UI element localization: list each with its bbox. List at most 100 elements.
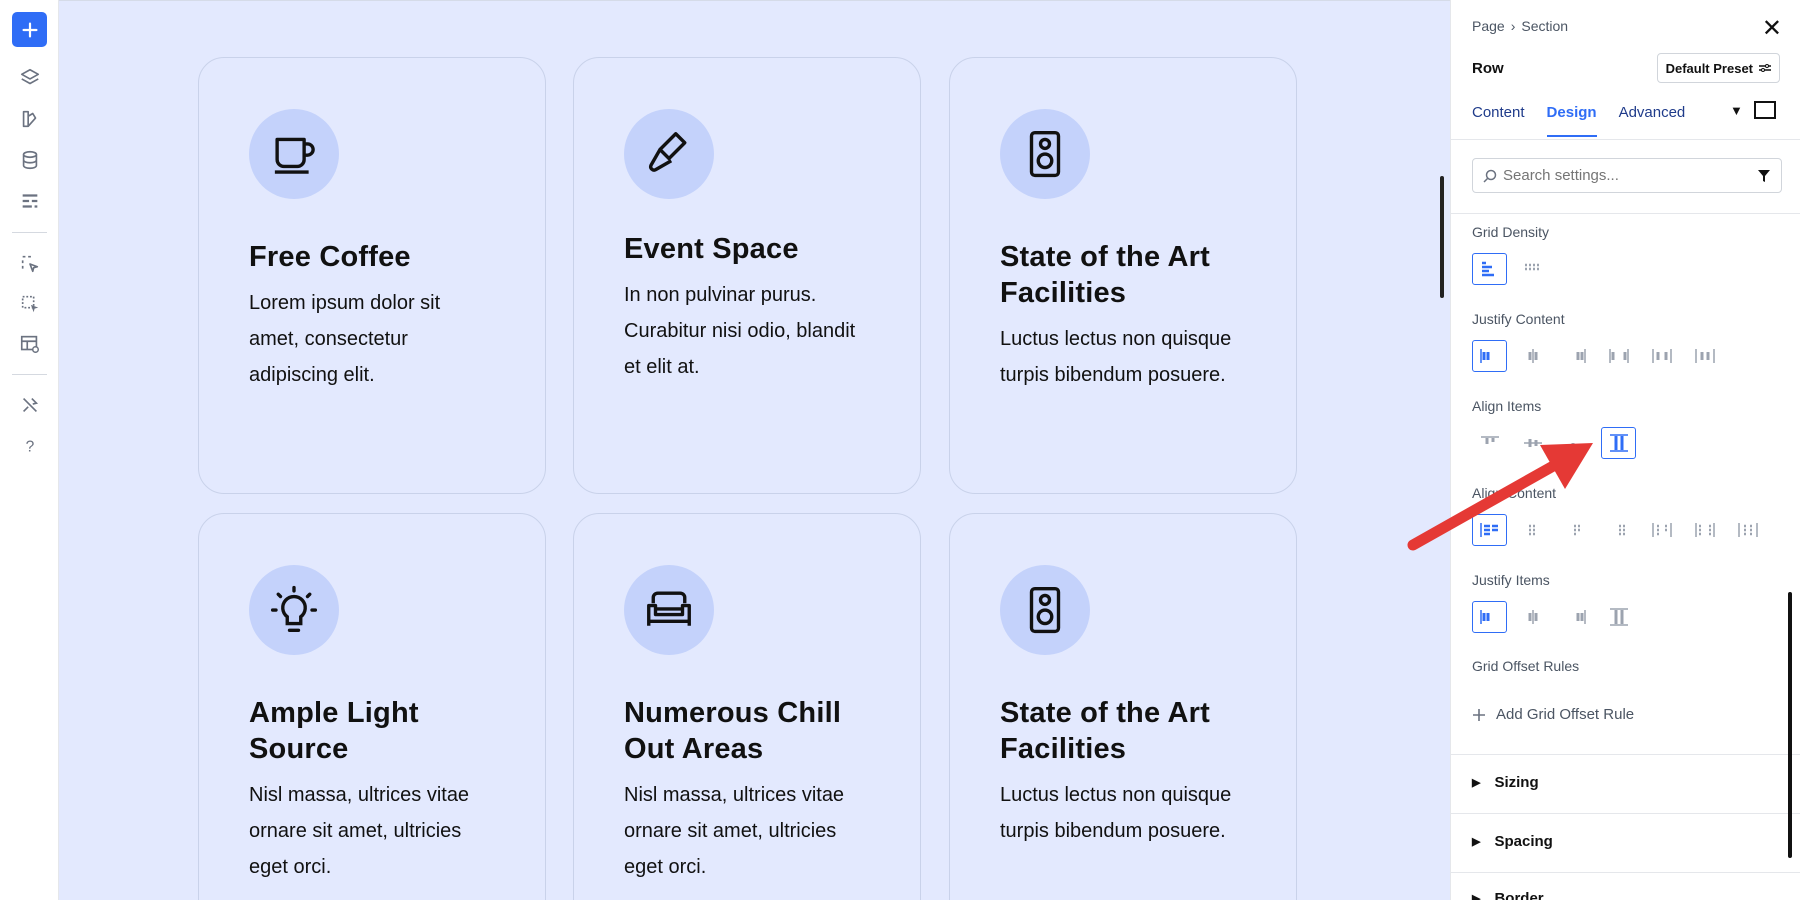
justify-items-end-icon — [1576, 610, 1586, 624]
justify-between-icon — [1608, 349, 1629, 363]
justify-end-option[interactable] — [1558, 340, 1593, 372]
canvas-scrollbar[interactable] — [1440, 176, 1444, 298]
justify-between-option[interactable] — [1601, 340, 1636, 372]
toolbar-divider — [12, 232, 47, 233]
filter-icon[interactable] — [1757, 169, 1771, 183]
align-content-stretch-option[interactable] — [1730, 514, 1765, 546]
annotation-arrow-icon — [1407, 443, 1593, 551]
layout-icon — [22, 193, 37, 208]
justify-around-icon — [1651, 349, 1672, 363]
icon-circle — [624, 109, 714, 199]
tab-advanced[interactable]: Advanced — [1619, 100, 1686, 137]
tab-design[interactable]: Design — [1546, 100, 1597, 137]
justify-items-stretch-option[interactable] — [1601, 601, 1636, 633]
feature-card[interactable]: State of the Art Facilities Luctus lectu… — [949, 57, 1297, 494]
preset-dropdown[interactable]: Default Preset — [1656, 53, 1780, 83]
divider — [1451, 813, 1800, 814]
justify-content-options — [1472, 340, 1722, 372]
speaker-icon — [1029, 130, 1061, 178]
layout-button[interactable] — [12, 183, 47, 218]
justify-items-center-option[interactable] — [1515, 601, 1550, 633]
preset-label: Default Preset — [1665, 60, 1753, 76]
justify-items-start-option[interactable] — [1472, 601, 1507, 633]
help-button[interactable]: ? — [12, 428, 47, 463]
card-body: Lorem ipsum dolor sit amet, consectetur … — [249, 292, 441, 386]
align-content-around-option[interactable] — [1644, 514, 1679, 546]
tab-content[interactable]: Content — [1472, 100, 1525, 137]
card-body: Luctus lectus non quisque turpis bibendu… — [1000, 328, 1232, 386]
card-title: Event Space — [624, 233, 799, 265]
section-sizing[interactable]: ▶ Sizing — [1472, 774, 1539, 791]
design-library-button[interactable] — [12, 101, 47, 136]
card-body: Nisl massa, ultrices vitae ornare sit am… — [624, 784, 845, 878]
feature-card[interactable]: State of the Art Facilities Luctus lectu… — [949, 513, 1297, 900]
align-items-label: Align Items — [1472, 398, 1542, 414]
feature-card[interactable]: Event Space In non pulvinar purus. Curab… — [573, 57, 921, 494]
align-stretch-icon — [1609, 434, 1628, 452]
justify-center-icon — [1528, 349, 1537, 363]
tools-button[interactable] — [12, 387, 47, 422]
caret-right-icon: ▶ — [1472, 836, 1481, 848]
align-content-evenly-option[interactable] — [1687, 514, 1722, 546]
card-title: Free Coffee — [249, 241, 411, 273]
align-content-between-icon — [1618, 524, 1625, 536]
search-settings[interactable] — [1472, 158, 1782, 193]
database-button[interactable] — [12, 142, 47, 177]
grid-density-label: Grid Density — [1472, 224, 1550, 240]
select-button[interactable] — [12, 246, 47, 281]
left-toolbar: ? — [0, 0, 59, 900]
toolbar-divider — [12, 374, 47, 375]
section-label: Sizing — [1494, 774, 1539, 791]
grid-offset-rules-label: Grid Offset Rules — [1472, 658, 1580, 674]
divider — [1451, 754, 1800, 755]
density-option-compact[interactable] — [1472, 253, 1507, 285]
panel-scrollbar[interactable] — [1788, 592, 1792, 858]
align-stretch-option[interactable] — [1601, 427, 1636, 459]
preview-icon — [20, 335, 39, 353]
search-input[interactable] — [1503, 167, 1757, 184]
speaker-icon — [1029, 586, 1061, 634]
align-content-between-option[interactable] — [1601, 514, 1636, 546]
icon-circle — [1000, 565, 1090, 655]
align-content-stretch-icon — [1737, 523, 1758, 537]
add-element-button[interactable] — [12, 12, 47, 47]
page-canvas[interactable]: Free Coffee Lorem ipsum dolor sit amet, … — [59, 0, 1450, 900]
justify-center-option[interactable] — [1515, 340, 1550, 372]
close-icon[interactable]: ✕ — [1762, 14, 1782, 43]
divider — [1451, 139, 1800, 140]
section-spacing[interactable]: ▶ Spacing — [1472, 833, 1553, 850]
feature-card[interactable]: Ample Light Source Nisl massa, ultrices … — [198, 513, 546, 900]
icon-circle — [624, 565, 714, 655]
justify-items-options — [1472, 601, 1636, 633]
palette-icon — [22, 110, 36, 127]
justify-start-option[interactable] — [1472, 340, 1507, 372]
justify-content-label: Justify Content — [1472, 311, 1565, 327]
section-border[interactable]: ▶ Border — [1472, 890, 1544, 900]
section-label: Border — [1494, 890, 1544, 900]
breadcrumb-page[interactable]: Page — [1472, 18, 1505, 34]
multi-select-button[interactable] — [12, 286, 47, 321]
breadcrumb-section[interactable]: Section — [1521, 18, 1568, 34]
justify-items-label: Justify Items — [1472, 572, 1550, 588]
icon-circle — [249, 565, 339, 655]
light-bulb-icon — [270, 585, 318, 632]
grid-sparse-icon — [1524, 263, 1539, 271]
justify-around-option[interactable] — [1644, 340, 1679, 372]
plus-icon — [1473, 708, 1485, 721]
layers-icon — [20, 68, 39, 84]
layers-button[interactable] — [12, 60, 47, 95]
card-body: In non pulvinar purus. Curabitur nisi od… — [624, 284, 856, 378]
responsive-view-icon[interactable] — [1754, 101, 1776, 119]
add-rule-label: Add Grid Offset Rule — [1496, 706, 1635, 723]
preview-button[interactable] — [12, 326, 47, 361]
justify-items-end-option[interactable] — [1558, 601, 1593, 633]
grid-dense-icon — [1481, 261, 1494, 277]
feature-card[interactable]: Free Coffee Lorem ipsum dolor sit amet, … — [198, 57, 546, 494]
feature-card[interactable]: Numerous Chill Out Areas Nisl massa, ult… — [573, 513, 921, 900]
multi-select-icon — [21, 295, 38, 312]
justify-evenly-option[interactable] — [1687, 340, 1722, 372]
caret-down-icon[interactable]: ▼ — [1730, 103, 1743, 118]
add-grid-offset-rule-button[interactable]: Add Grid Offset Rule — [1472, 706, 1634, 723]
plus-icon — [21, 21, 38, 38]
density-option-sparse[interactable] — [1515, 253, 1550, 285]
